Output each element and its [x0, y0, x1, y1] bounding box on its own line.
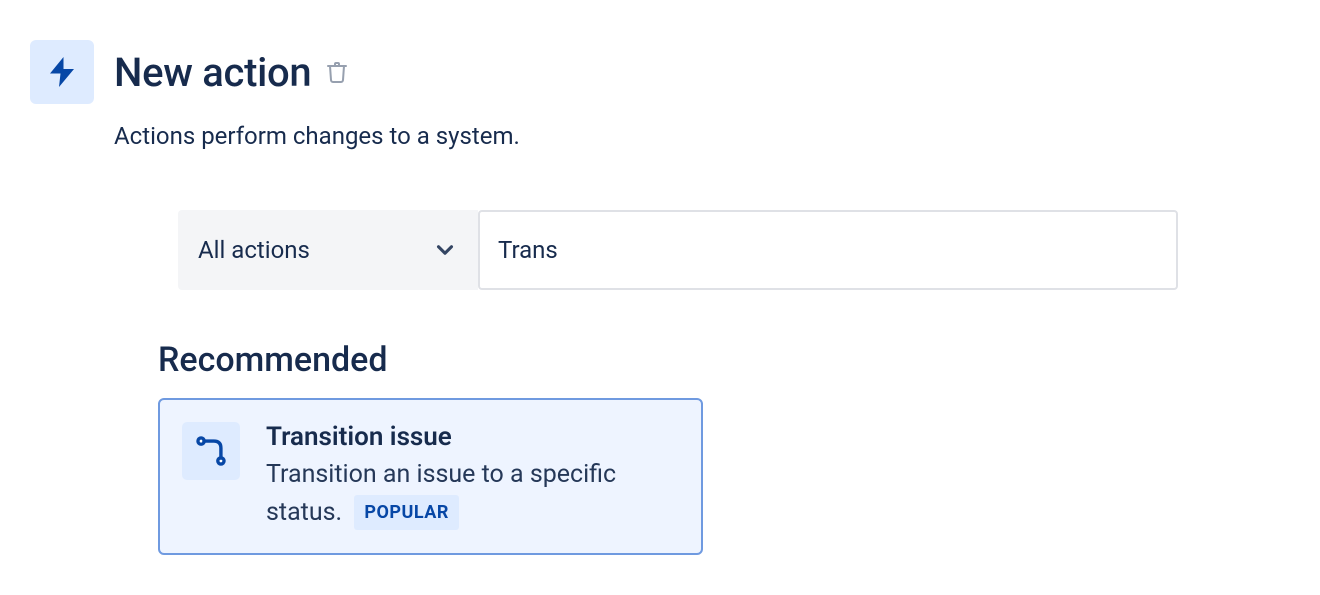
card-description: Transition an issue to a specific status… [266, 456, 679, 531]
action-bolt-icon [30, 40, 94, 104]
recommended-heading: Recommended [158, 340, 1290, 380]
page-subtitle: Actions perform changes to a system. [114, 122, 1290, 150]
popular-badge: POPULAR [354, 495, 459, 530]
actions-filter-dropdown[interactable]: All actions [178, 210, 478, 290]
card-title: Transition issue [266, 422, 679, 452]
trash-icon[interactable] [325, 60, 349, 84]
page-title: New action [114, 49, 311, 96]
chevron-down-icon [432, 237, 458, 263]
dropdown-label: All actions [198, 236, 310, 264]
actions-search-input[interactable] [478, 210, 1178, 290]
transition-icon [182, 422, 240, 480]
action-card-transition-issue[interactable]: Transition issue Transition an issue to … [158, 398, 703, 555]
